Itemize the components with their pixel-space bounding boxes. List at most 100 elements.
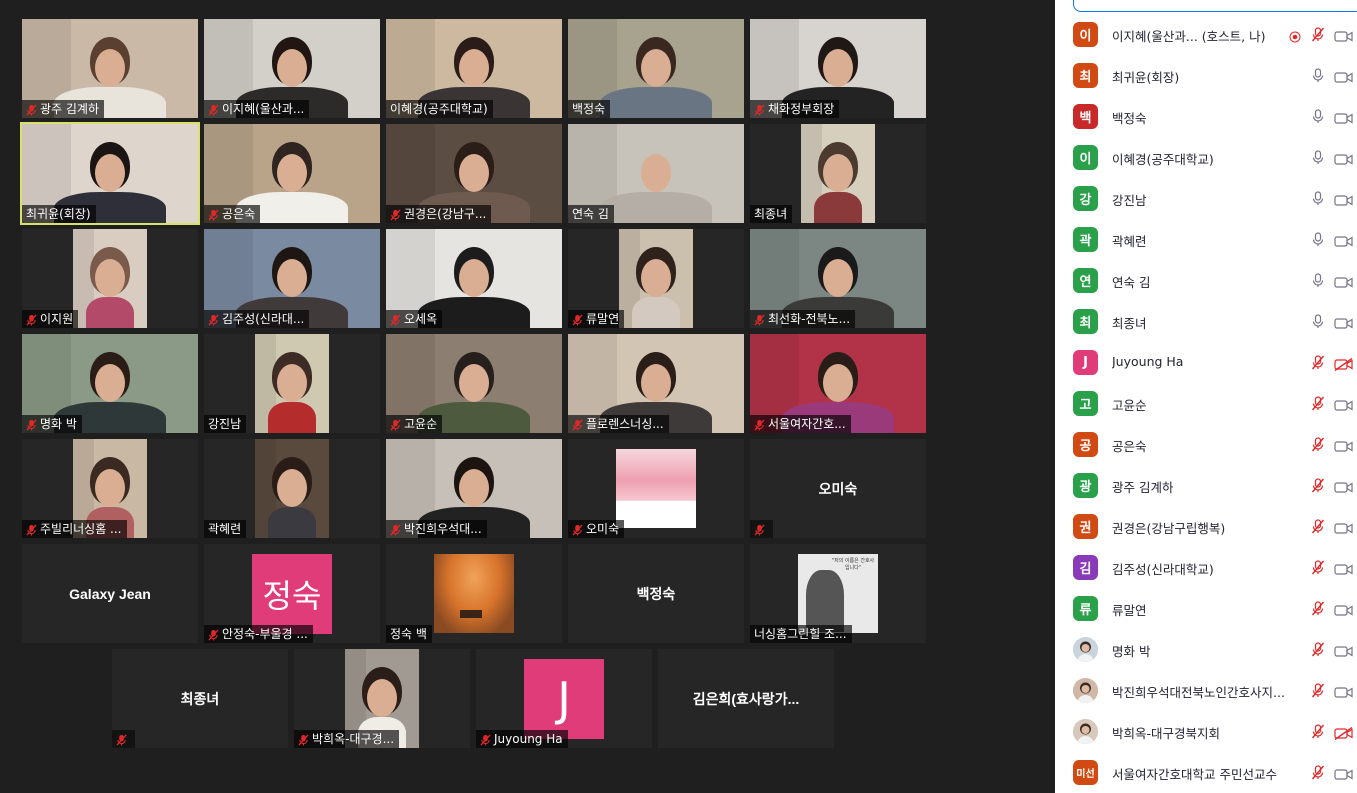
mic-muted-icon[interactable] <box>1311 519 1325 534</box>
video-tile[interactable]: J Juyoung Ha <box>476 649 652 748</box>
mic-icon[interactable] <box>1311 314 1325 329</box>
participant-name: 이지혜(울산과... <box>222 102 305 116</box>
mic-muted-icon <box>26 523 37 536</box>
camera-icon[interactable] <box>1334 274 1354 288</box>
video-tile[interactable]: 주빌리너싱홈 ... <box>22 439 198 538</box>
video-tile[interactable]: 이지원 <box>22 229 198 328</box>
mic-icon[interactable] <box>1311 68 1325 83</box>
mic-muted-icon[interactable] <box>1311 642 1325 657</box>
video-tile[interactable]: 고윤순 <box>386 334 562 433</box>
video-tile[interactable]: 백정숙 <box>568 19 744 118</box>
participant-row[interactable]: 류 류말연 <box>1055 588 1357 629</box>
camera-icon[interactable] <box>1334 233 1354 247</box>
participant-row[interactable]: 명화 박 <box>1055 629 1357 670</box>
video-tile[interactable]: 정숙 안정숙-부울경 ... <box>204 544 380 643</box>
camera-icon[interactable] <box>1334 192 1354 206</box>
video-tile[interactable]: 최선화-전북노... <box>750 229 926 328</box>
video-tile[interactable]: "저의 이름은 간호사입니다" 너싱홈그린힐 조... <box>750 544 926 643</box>
participant-name: 최종녀 <box>754 207 788 221</box>
video-tile[interactable]: 김은희(효사랑가... <box>658 649 834 748</box>
video-tile[interactable]: 박진희우석대... <box>386 439 562 538</box>
video-tile[interactable]: 박희옥-대구경... <box>294 649 470 748</box>
camera-icon[interactable] <box>1334 520 1354 534</box>
mic-icon[interactable] <box>1311 273 1325 288</box>
camera-icon[interactable] <box>1334 69 1354 83</box>
participant-row[interactable]: 이 이지혜(울산과... (호스트, 나) <box>1055 14 1357 55</box>
video-tile[interactable]: 류말연 <box>568 229 744 328</box>
participant-row[interactable]: 공 공은숙 <box>1055 424 1357 465</box>
video-tile[interactable]: 최귀윤(회장) <box>20 122 200 225</box>
video-tile[interactable]: 김주성(신라대... <box>204 229 380 328</box>
participant-list-name: 김주성(신라대학교) <box>1112 562 1214 577</box>
video-tile[interactable]: 강진남 <box>204 334 380 433</box>
participant-row[interactable]: J Juyoung Ha <box>1055 342 1357 383</box>
mic-muted-icon[interactable] <box>1311 27 1325 42</box>
video-tile[interactable]: 이지혜(울산과... <box>204 19 380 118</box>
mic-muted-icon[interactable] <box>1311 724 1325 739</box>
participant-row[interactable]: 강 강진남 <box>1055 178 1357 219</box>
video-tile[interactable]: 곽혜련 <box>204 439 380 538</box>
mic-muted-icon[interactable] <box>1311 437 1325 452</box>
participant-row[interactable]: 광 광주 김계하 <box>1055 465 1357 506</box>
video-tile[interactable]: 정숙 백 <box>386 544 562 643</box>
participant-row[interactable]: 곽 곽혜련 <box>1055 219 1357 260</box>
camera-icon[interactable] <box>1334 602 1354 616</box>
mic-muted-icon[interactable] <box>1311 560 1325 575</box>
camera-icon[interactable] <box>1334 643 1354 657</box>
camera-icon[interactable] <box>1334 766 1354 780</box>
camera-icon[interactable] <box>1334 684 1354 698</box>
mic-muted-icon[interactable] <box>1311 765 1325 780</box>
video-tile[interactable]: 공은숙 <box>204 124 380 223</box>
video-tile[interactable]: 연숙 김 <box>568 124 744 223</box>
camera-icon[interactable] <box>1334 28 1354 42</box>
camera-icon[interactable] <box>1334 438 1354 452</box>
participant-search-input[interactable] <box>1073 0 1357 12</box>
camera-icon[interactable] <box>1334 397 1354 411</box>
camera-icon[interactable] <box>1334 561 1354 575</box>
mic-muted-icon[interactable] <box>1311 396 1325 411</box>
video-tile[interactable]: 광주 김계하 <box>22 19 198 118</box>
participant-row[interactable]: 박진희우석대전북노인간호사지... <box>1055 670 1357 711</box>
video-tile[interactable]: 최종녀 <box>750 124 926 223</box>
mic-icon[interactable] <box>1311 109 1325 124</box>
camera-off-icon[interactable] <box>1334 356 1354 372</box>
video-tile[interactable]: 권경은(강남구... <box>386 124 562 223</box>
video-tile[interactable]: Galaxy Jean <box>22 544 198 643</box>
participant-row[interactable]: 권 권경은(강남구립행복) <box>1055 506 1357 547</box>
video-tile[interactable]: 명화 박 <box>22 334 198 433</box>
mic-muted-icon[interactable] <box>1311 601 1325 616</box>
mic-muted-icon <box>390 313 401 326</box>
participant-nameplate <box>112 730 135 748</box>
camera-icon[interactable] <box>1334 315 1354 329</box>
participant-row[interactable]: 최 최종녀 <box>1055 301 1357 342</box>
participant-row[interactable]: 박희옥-대구경북지회 <box>1055 711 1357 752</box>
camera-icon[interactable] <box>1334 479 1354 493</box>
camera-off-icon[interactable] <box>1334 725 1354 741</box>
mic-muted-icon[interactable] <box>1311 683 1325 698</box>
participant-video <box>255 334 329 433</box>
video-tile[interactable]: 서울여자간호... <box>750 334 926 433</box>
camera-icon[interactable] <box>1334 110 1354 124</box>
participant-row[interactable]: 고 고윤순 <box>1055 383 1357 424</box>
video-tile[interactable]: 이혜경(공주대학교) <box>386 19 562 118</box>
mic-icon[interactable] <box>1311 232 1325 247</box>
participant-row[interactable]: 연 연숙 김 <box>1055 260 1357 301</box>
video-tile[interactable]: 백정숙 <box>568 544 744 643</box>
participant-row[interactable]: 미선 서울여자간호대학교 주민선교수 <box>1055 752 1357 793</box>
video-tile[interactable]: 오미숙 <box>750 439 926 538</box>
participant-nameplate: 권경은(강남구... <box>386 205 492 223</box>
mic-muted-icon[interactable] <box>1311 355 1325 370</box>
video-tile[interactable]: 오미숙 <box>568 439 744 538</box>
participant-row[interactable]: 백 백정숙 <box>1055 96 1357 137</box>
participant-row[interactable]: 김 김주성(신라대학교) <box>1055 547 1357 588</box>
video-tile[interactable]: 오세옥 <box>386 229 562 328</box>
participant-row[interactable]: 최 최귀윤(회장) <box>1055 55 1357 96</box>
video-tile[interactable]: 채화정부회장 <box>750 19 926 118</box>
video-tile[interactable]: 플로렌스너싱... <box>568 334 744 433</box>
participant-row[interactable]: 이 이혜경(공주대학교) <box>1055 137 1357 178</box>
mic-icon[interactable] <box>1311 150 1325 165</box>
video-tile[interactable]: 최종녀 <box>112 649 288 748</box>
camera-icon[interactable] <box>1334 151 1354 165</box>
mic-icon[interactable] <box>1311 191 1325 206</box>
mic-muted-icon[interactable] <box>1311 478 1325 493</box>
